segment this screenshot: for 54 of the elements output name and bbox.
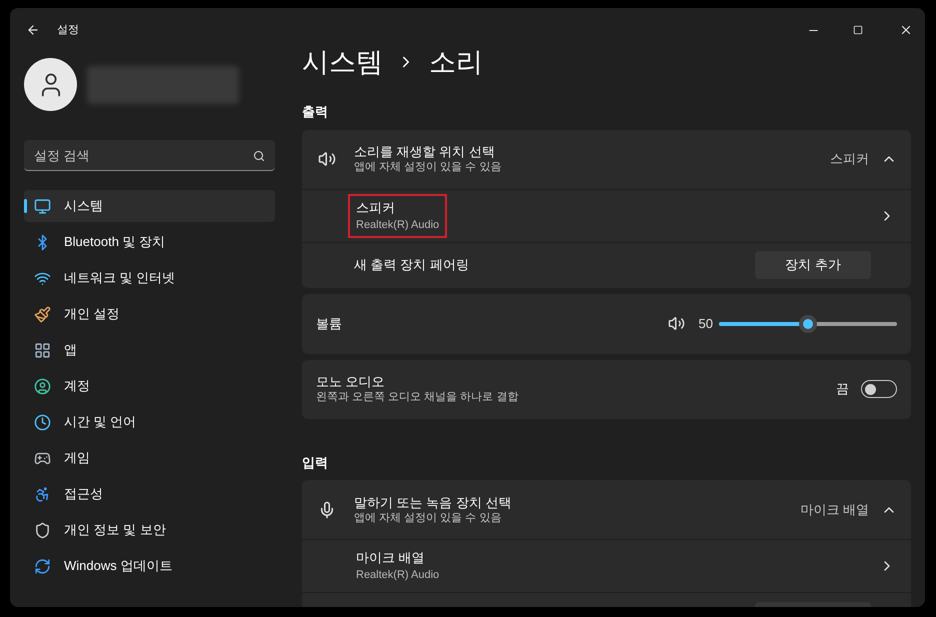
account-icon bbox=[34, 378, 51, 394]
breadcrumb-parent[interactable]: 시스템 bbox=[302, 42, 383, 82]
toggle-switch[interactable] bbox=[861, 380, 897, 398]
device-name: 마이크 배열 bbox=[356, 549, 426, 567]
speaker-icon bbox=[318, 150, 336, 168]
nav-item[interactable]: 네트워크 및 인터넷 bbox=[24, 262, 275, 294]
nav-item[interactable]: 시간 및 언어 bbox=[24, 406, 275, 438]
speaker-icon bbox=[668, 315, 685, 332]
slider-thumb[interactable] bbox=[799, 314, 817, 332]
setting-title: 소리를 재생할 위치 선택 bbox=[354, 143, 496, 160]
setting-subtitle: 앱에 자체 설정이 있을 수 있음 bbox=[354, 160, 502, 175]
toggle-state: 끔 bbox=[836, 380, 849, 398]
setting-subtitle: 왼쪽과 오른쪽 오디오 채널을 하나로 결합 bbox=[316, 390, 520, 405]
search-field[interactable]: 설정 검색 bbox=[24, 140, 275, 171]
selection-indicator bbox=[24, 199, 27, 213]
nav-item[interactable]: 접근성 bbox=[24, 478, 275, 510]
nav-item[interactable]: 앱 bbox=[24, 334, 275, 366]
nav-item[interactable]: Windows 업데이트 bbox=[24, 550, 275, 582]
device-row[interactable]: 스피커 Realtek(R) Audio bbox=[302, 190, 911, 242]
close-icon[interactable] bbox=[899, 23, 913, 37]
maximize-icon[interactable] bbox=[853, 25, 863, 35]
nav-item[interactable]: 계정 bbox=[24, 370, 275, 402]
device-row[interactable]: 마이크 배열 Realtek(R) Audio bbox=[302, 540, 911, 592]
current-device: 마이크 배열 bbox=[800, 500, 869, 519]
nav-item[interactable]: Bluetooth 및 장치 bbox=[24, 226, 275, 258]
device-driver: Realtek(R) Audio bbox=[356, 218, 440, 232]
device-driver: Realtek(R) Audio bbox=[356, 568, 440, 583]
expander-header[interactable]: 소리를 재생할 위치 선택 앱에 자체 설정이 있을 수 있음 스피커 bbox=[302, 130, 911, 188]
shield-icon bbox=[34, 522, 51, 538]
nav-item[interactable]: 개인 정보 및 보안 bbox=[24, 514, 275, 546]
microphone-icon bbox=[318, 500, 336, 518]
update-icon bbox=[34, 558, 51, 574]
nav-item[interactable]: 게임 bbox=[24, 442, 275, 474]
section-heading: 출력 bbox=[302, 103, 329, 121]
setting-subtitle: 앱에 자체 설정이 있을 수 있음 bbox=[354, 510, 502, 526]
nav-item[interactable]: 시스템 bbox=[24, 190, 275, 222]
add-device-button[interactable]: 장치 추가 bbox=[755, 251, 871, 279]
current-device: 스피커 bbox=[830, 150, 869, 168]
time-icon bbox=[34, 414, 51, 430]
page-title: 소리 bbox=[429, 46, 483, 79]
pair-label: 새 출력 장치 페어링 bbox=[354, 256, 470, 274]
section-heading: 입력 bbox=[302, 454, 329, 472]
device-name: 스피커 bbox=[356, 198, 396, 216]
setting-title: 말하기 또는 녹음 장치 선택 bbox=[354, 494, 512, 510]
expander-header[interactable]: 말하기 또는 녹음 장치 선택 앱에 자체 설정이 있을 수 있음 마이크 배열 bbox=[302, 480, 911, 539]
nav-item[interactable]: 개인 설정 bbox=[24, 298, 275, 330]
brush-icon bbox=[34, 306, 51, 322]
window-title: 설정 bbox=[57, 22, 79, 38]
search-icon bbox=[253, 150, 265, 162]
apps-icon bbox=[34, 342, 51, 358]
setting-title: 모노 오디오 bbox=[316, 373, 386, 390]
volume-label: 볼륨 bbox=[316, 314, 343, 333]
volume-reading: 50 bbox=[698, 314, 713, 333]
volume-slider[interactable] bbox=[719, 314, 897, 332]
